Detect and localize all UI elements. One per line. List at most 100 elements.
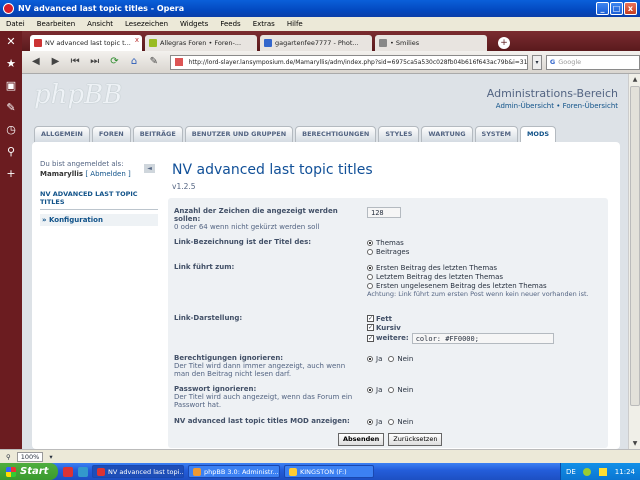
phpbb-logo[interactable]: phpBB [34,80,122,110]
new-tab-button[interactable]: + [498,37,510,49]
menu-widgets[interactable]: Widgets [180,20,208,28]
close-tab-icon[interactable]: x [135,36,139,44]
home-icon[interactable]: ⌂ [126,54,142,70]
scroll-up-icon[interactable]: ▲ [630,74,640,85]
display-option-italic: Kursiv [376,323,401,332]
show-radio-yes[interactable] [367,418,373,425]
display-check-bold[interactable]: ✓ [367,315,374,322]
downloads-icon[interactable]: ▣ [3,78,19,94]
tray-volume-icon[interactable] [599,467,608,476]
menu-lesezeichen[interactable]: Lesezeichen [125,20,168,28]
back-icon[interactable]: ◀ [28,54,44,70]
logged-in-label: Du bist angemeldet als: [40,160,124,168]
history-icon[interactable]: ◷ [3,122,19,138]
zoom-select[interactable]: 100% [16,451,44,462]
task-phpbb[interactable]: phpBB 3.0: Administr... [188,465,280,478]
display-check-italic[interactable]: ✓ [367,324,374,331]
menu-extras[interactable]: Extras [253,20,275,28]
linkto-radio-unread[interactable] [367,282,373,289]
reload-icon[interactable]: ⟳ [107,54,123,70]
tools-icon[interactable]: ✕ [3,34,19,50]
task-opera[interactable]: NV advanced last topi... [92,465,184,478]
google-icon: G [549,58,556,66]
linkto-radio-first[interactable] [367,264,373,271]
display-check-more[interactable]: ✓ [367,334,374,342]
search-input[interactable]: G Google [545,54,640,70]
quicklaunch-opera-icon[interactable] [63,466,73,477]
quicklaunch-ie-icon[interactable] [78,466,88,477]
browser-tab[interactable]: • Smilies [375,35,487,51]
scroll-down-icon[interactable]: ▼ [630,438,640,449]
notes-icon[interactable]: ✎ [3,100,19,116]
search-icon[interactable]: ⚲ [3,144,19,160]
perm-radio-no[interactable] [388,355,395,362]
menu-bearbeiten[interactable]: Bearbeiten [37,20,75,28]
language-indicator[interactable]: DE [566,468,576,476]
browser-tab-active[interactable]: NV advanced last topic t... x [30,35,142,51]
menu-datei[interactable]: Datei [6,20,25,28]
page-content: phpBB Administrations-Bereich Admin-Über… [22,74,628,449]
zoom-icon[interactable]: ⚲ [6,453,11,461]
admin-links[interactable]: Admin-Übersicht • Foren-Übersicht [496,102,618,110]
menu-ansicht[interactable]: Ansicht [87,20,113,28]
perm-no-label: Nein [397,354,414,363]
browser-tab[interactable]: gagartenfee7777 - Phot... [260,35,372,51]
minimize-button[interactable]: _ [596,2,609,15]
address-bar[interactable]: http://lord-slayer.lansymposium.de/Mamar… [169,54,529,70]
address-dropdown-icon[interactable]: ▾ [532,54,542,70]
tab-allgemein[interactable]: ALLGEMEIN [34,126,90,142]
submit-button[interactable]: Absenden [338,433,385,446]
pw-radio-yes[interactable] [367,386,373,393]
collapse-menu-icon[interactable]: ◄ [144,164,155,173]
linkto-label: Link führt zum: [174,263,235,271]
maximize-button[interactable]: □ [610,2,623,15]
chars-label-text: Anzahl der Zeichen die angezeigt werden … [174,207,338,223]
add-panel-icon[interactable]: + [3,166,19,182]
chars-input[interactable]: 128 [367,207,401,218]
bookmarks-star-icon[interactable]: ★ [3,56,19,72]
tab-favicon-icon [264,39,272,47]
linkto-radio-last[interactable] [367,273,373,280]
side-menu-item-konfiguration[interactable]: » Konfiguration [40,214,158,226]
start-button[interactable]: Start [0,463,58,480]
show-radio-no[interactable] [388,418,395,425]
browser-tab[interactable]: Allegras Foren • Foren-... [145,35,257,51]
pw-radio-no[interactable] [388,386,395,393]
linktitle-radio-themas[interactable] [367,239,373,246]
display-option-more: weitere: [376,334,409,342]
tab-favicon-icon [379,39,387,47]
task-kingston[interactable]: KINGSTON (F:) [284,465,374,478]
form-row-chars: Anzahl der Zeichen die angezeigt werden … [174,207,602,231]
site-favicon-icon [174,58,183,66]
user-box: Du bist angemeldet als: Mamaryllis [ Abm… [40,160,158,178]
close-window-button[interactable]: x [624,2,637,15]
settings-form: Anzahl der Zeichen die angezeigt werden … [168,198,608,448]
linkto-option-last: Letztem Beitrag des letzten Themas [376,272,504,281]
reset-button[interactable]: Zurücksetzen [388,433,443,446]
menu-bar: Datei Bearbeiten Ansicht Lesezeichen Wid… [0,17,640,31]
logout-link[interactable]: [ Abmelden ] [85,170,130,178]
rewind-icon[interactable]: ⏮ [67,54,83,70]
linktitle-radio-beitrages[interactable] [367,248,373,255]
tab-mods[interactable]: MODS [519,126,557,142]
tab-styles[interactable]: STYLES [378,126,420,142]
fast-forward-icon[interactable]: ⏭ [87,54,103,70]
tab-benutzer-und-gruppen[interactable]: BENUTZER UND GRUPPEN [184,126,294,142]
tray-app-icon[interactable] [583,467,592,476]
tab-beitraege[interactable]: BEITRÄGE [132,126,183,142]
tab-system[interactable]: SYSTEM [474,126,518,142]
edit-icon[interactable]: ✎ [146,54,162,70]
page-scrollbar[interactable]: ▲ ▼ [628,74,640,449]
menu-feeds[interactable]: Feeds [220,20,240,28]
scrollbar-thumb[interactable] [630,86,640,406]
taskbar: Start NV advanced last topi... phpBB 3.0… [0,463,640,480]
display-extra-input[interactable]: color: #FF0000; [411,332,554,344]
tab-foren[interactable]: FOREN [91,126,131,142]
forward-icon[interactable]: ▶ [48,54,64,70]
zoom-dropdown-icon[interactable]: ▾ [49,453,52,461]
perm-radio-yes[interactable] [367,355,373,362]
tab-wartung[interactable]: WARTUNG [421,126,473,142]
menu-hilfe[interactable]: Hilfe [287,20,303,28]
opera-icon [3,3,14,14]
tab-berechtigungen[interactable]: BERECHTIGUNGEN [295,126,377,142]
